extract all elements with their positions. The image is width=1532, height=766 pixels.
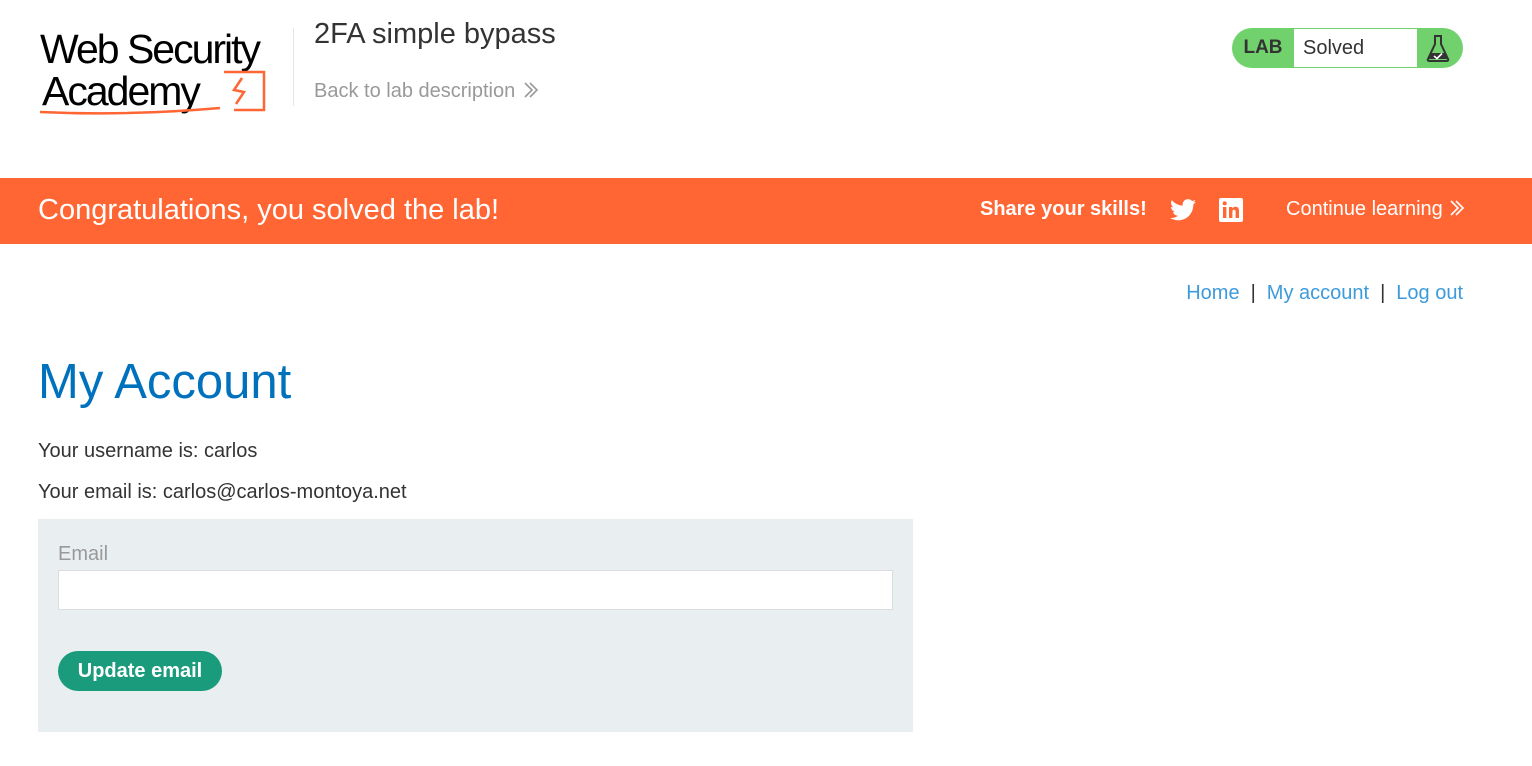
email-input[interactable] [58, 570, 893, 610]
change-email-form: Email Update email [38, 519, 913, 732]
username-info: Your username is: carlos [38, 440, 258, 462]
update-email-button[interactable]: Update email [58, 651, 222, 691]
account-nav: Home | My account | Log out [1186, 282, 1463, 305]
lab-title: 2FA simple bypass [314, 18, 556, 50]
share-skills-label: Share your skills! [980, 198, 1147, 220]
continue-learning-link[interactable]: Continue learning [1286, 198, 1465, 223]
double-chevron-right-icon [523, 81, 539, 105]
lab-status-widget: LAB Solved [1232, 28, 1463, 68]
lab-status-state: Solved [1294, 29, 1417, 67]
back-to-lab-description-link[interactable]: Back to lab description [314, 80, 539, 105]
lab-status-tag: LAB [1243, 37, 1283, 58]
nav-home-link[interactable]: Home [1186, 282, 1239, 304]
logo-divider [293, 28, 294, 106]
congratulations-message: Congratulations, you solved the lab! [38, 194, 500, 226]
continue-learning-label: Continue learning [1286, 198, 1443, 220]
flask-icon [1425, 33, 1451, 63]
nav-my-account-link[interactable]: My account [1267, 282, 1369, 304]
nav-log-out-link[interactable]: Log out [1396, 282, 1463, 304]
academy-logo[interactable]: Web Security Academy [38, 22, 288, 118]
back-link-label: Back to lab description [314, 80, 516, 102]
page-title: My Account [38, 355, 292, 409]
nav-separator: | [1380, 282, 1386, 304]
solved-banner: Congratulations, you solved the lab! Sha… [0, 178, 1532, 244]
academy-logo-image: Web Security Academy [39, 26, 266, 115]
twitter-icon[interactable] [1170, 198, 1196, 222]
email-info: Your email is: carlos@carlos-montoya.net [38, 481, 407, 503]
svg-text:Web Security: Web Security [40, 26, 262, 72]
nav-separator: | [1250, 282, 1256, 304]
svg-text:Academy: Academy [42, 68, 201, 114]
page-header: Web Security Academy 2FA simple bypass B… [0, 0, 1532, 178]
linkedin-icon[interactable] [1219, 198, 1243, 222]
email-label: Email [58, 543, 109, 565]
double-chevron-right-icon [1449, 199, 1465, 223]
